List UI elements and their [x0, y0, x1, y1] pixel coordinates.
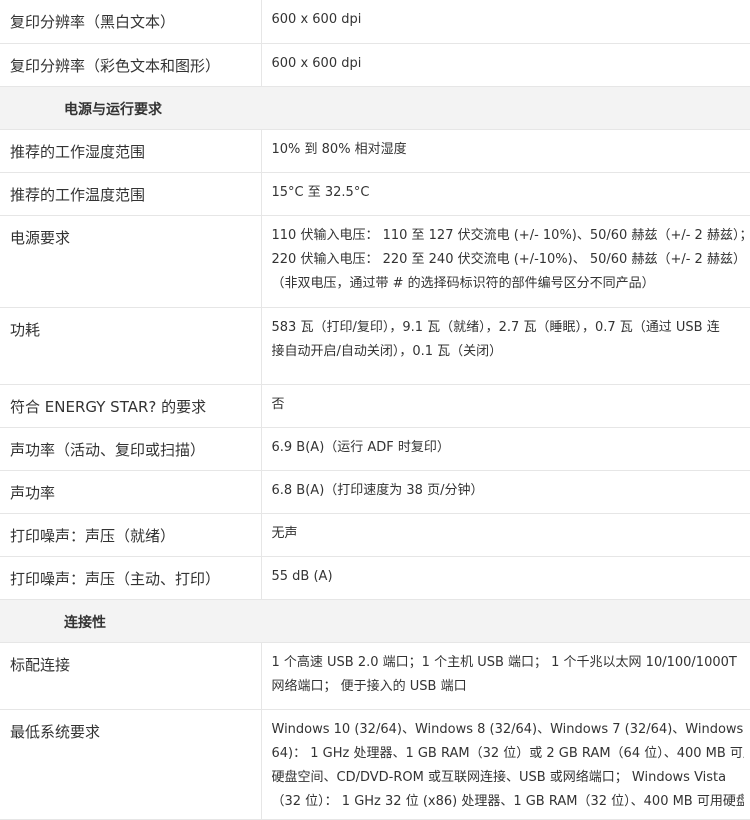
spec-label: 推荐的工作温度范围 — [0, 172, 262, 216]
spec-value-line: 否 — [271, 396, 285, 412]
spec-value-line: 10% 到 80% 相对湿度 — [271, 141, 407, 157]
spec-table-body: 复印分辨率（黑白文本） 600 x 600 dpi 复印分辨率（彩色文本和图形） 60… — [0, 0, 750, 820]
spec-value: 600 x 600 dpi — [261, 0, 750, 44]
spec-row: 声功率 6.8 B(A)（打印速度为 38 页/分钟） — [0, 470, 750, 514]
spec-value-line: 64)： 1 GHz 处理器、1 GB RAM（32 位）或 2 GB RAM（… — [271, 745, 745, 761]
spec-label: 复印分辨率（彩色文本和图形） — [0, 43, 262, 87]
section-title: 电源与运行要求 — [0, 86, 750, 130]
spec-label: 打印噪声：声压（就绪） — [0, 513, 262, 557]
spec-row: 推荐的工作湿度范围 10% 到 80% 相对湿度 — [0, 129, 750, 173]
spec-value-line: （32 位）： 1 GHz 32 位 (x86) 处理器、1 GB RAM（32… — [271, 793, 745, 809]
spec-label: 最低系统要求 — [0, 709, 262, 820]
section-header-row: 电源与运行要求 — [0, 86, 750, 130]
spec-row: 打印噪声：声压（就绪） 无声 — [0, 513, 750, 557]
spec-row: 电源要求 110 伏输入电压： 110 至 127 伏交流电 (+/- 10%)、… — [0, 215, 750, 308]
spec-value: 6.8 B(A)（打印速度为 38 页/分钟） — [261, 470, 750, 514]
spec-value-line: 55 dB (A) — [271, 568, 333, 584]
spec-value: 110 伏输入电压： 110 至 127 伏交流电 (+/- 10%)、50/6… — [261, 215, 750, 308]
spec-row: 打印噪声：声压（主动、打印） 55 dB (A) — [0, 556, 750, 600]
spec-value: 1 个高速 USB 2.0 端口；1 个主机 USB 端口； 1 个千兆以太网 … — [261, 642, 750, 710]
spec-value: 6.9 B(A)（运行 ADF 时复印） — [261, 427, 750, 471]
spec-row: 推荐的工作温度范围 15°C 至 32.5°C — [0, 172, 750, 216]
spec-value-line: 600 x 600 dpi — [271, 12, 362, 27]
spec-value: 15°C 至 32.5°C — [261, 172, 750, 216]
spec-label: 复印分辨率（黑白文本） — [0, 0, 262, 44]
spec-value: 10% 到 80% 相对湿度 — [261, 129, 750, 173]
spec-value-line: （非双电压，通过带 # 的选择码标识符的部件编号区分不同产品） — [271, 275, 655, 291]
section-title: 连接性 — [0, 599, 750, 643]
spec-label: 声功率 — [0, 470, 262, 514]
spec-value-line: 600 x 600 dpi — [271, 55, 362, 71]
spec-value: 55 dB (A) — [261, 556, 750, 600]
spec-value-line: 15°C 至 32.5°C — [271, 184, 370, 200]
spec-value-line: 硬盘空间、CD/DVD-ROM 或互联网连接、USB 或网络端口； Window… — [271, 769, 727, 785]
spec-label: 打印噪声：声压（主动、打印） — [0, 556, 262, 600]
spec-value-line: 6.9 B(A)（运行 ADF 时复印） — [271, 439, 450, 455]
spec-label: 符合 ENERGY STAR? 的要求 — [0, 384, 262, 428]
spec-value-line: 接自动开启/自动关闭），0.1 瓦（关闭） — [271, 343, 503, 359]
spec-label: 功耗 — [0, 307, 262, 385]
spec-value-line: 110 伏输入电压： 110 至 127 伏交流电 (+/- 10%)、50/6… — [271, 227, 745, 243]
spec-row: 最低系统要求 Windows 10 (32/64)、Windows 8 (32/6… — [0, 709, 750, 820]
spec-value-line: 6.8 B(A)（打印速度为 38 页/分钟） — [271, 482, 484, 498]
spec-label: 推荐的工作湿度范围 — [0, 129, 262, 173]
spec-value: 无声 — [261, 513, 750, 557]
spec-value-line: 583 瓦（打印/复印），9.1 瓦（就绪），2.7 瓦（睡眠），0.7 瓦（通… — [271, 319, 720, 335]
spec-value: 600 x 600 dpi — [261, 43, 750, 87]
spec-row: 复印分辨率（彩色文本和图形） 600 x 600 dpi — [0, 43, 750, 87]
spec-value-line: 1 个高速 USB 2.0 端口；1 个主机 USB 端口； 1 个千兆以太网 … — [271, 654, 737, 670]
spec-row: 符合 ENERGY STAR? 的要求否 — [0, 384, 750, 428]
spec-label: 声功率（活动、复印或扫描） — [0, 427, 262, 471]
section-header-row: 连接性 — [0, 599, 750, 643]
spec-row: 功耗 583 瓦（打印/复印），9.1 瓦（就绪），2.7 瓦（睡眠），0.7 瓦… — [0, 307, 750, 385]
spec-label: 电源要求 — [0, 215, 262, 308]
spec-label: 标配连接 — [0, 642, 262, 710]
spec-value-line: 220 伏输入电压： 220 至 240 伏交流电 (+/-10%)、 50/6… — [271, 251, 745, 267]
spec-row: 声功率（活动、复印或扫描） 6.9 B(A)（运行 ADF 时复印） — [0, 427, 750, 471]
spec-value: 否 — [261, 384, 750, 428]
spec-row: 标配连接 1 个高速 USB 2.0 端口；1 个主机 USB 端口； 1 个千兆… — [0, 642, 750, 710]
spec-row: 复印分辨率（黑白文本） 600 x 600 dpi — [0, 0, 750, 44]
spec-value: Windows 10 (32/64)、Windows 8 (32/64)、Win… — [261, 709, 750, 820]
spec-value-line: Windows 10 (32/64)、Windows 8 (32/64)、Win… — [271, 721, 745, 737]
spec-value-line: 无声 — [271, 525, 298, 541]
spec-value-line: 网络端口； 便于接入的 USB 端口 — [271, 678, 467, 694]
spec-value: 583 瓦（打印/复印），9.1 瓦（就绪），2.7 瓦（睡眠），0.7 瓦（通… — [261, 307, 750, 385]
spec-table: 复印分辨率（黑白文本） 600 x 600 dpi 复印分辨率（彩色文本和图形） 60… — [0, 0, 750, 820]
